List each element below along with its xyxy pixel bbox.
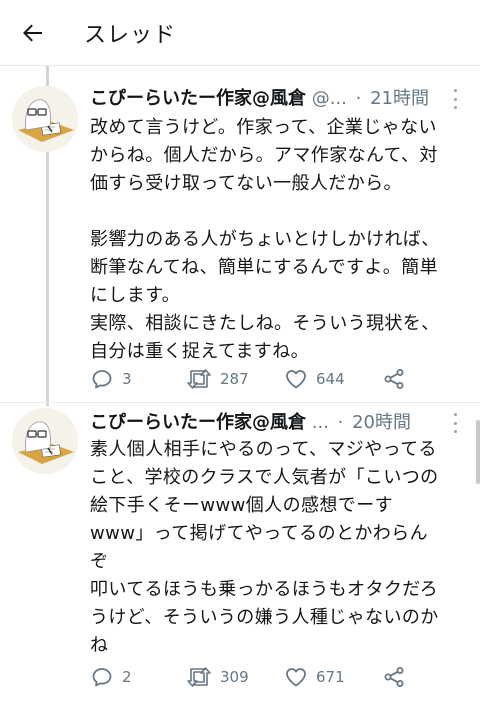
tweet-actions: 3 287 644 — [90, 366, 420, 392]
avatar[interactable] — [12, 408, 78, 474]
tweet-actions: 2 309 671 — [90, 664, 420, 690]
heart-icon — [286, 668, 306, 687]
separator-dot: · — [355, 88, 362, 109]
avatar-image — [12, 86, 78, 152]
tweet-header: こぴーらいたー作家@風倉 ... · 20時間 — [90, 410, 466, 436]
like-count: 671 — [316, 668, 345, 686]
retweet-button[interactable]: 309 — [186, 664, 249, 690]
tweet-timestamp[interactable]: 21時間 — [370, 88, 429, 109]
share-icon — [384, 369, 404, 389]
retweet-count: 287 — [220, 370, 249, 388]
author-handle[interactable]: ... — [312, 412, 329, 433]
more-options-icon[interactable] — [448, 413, 462, 433]
author-name[interactable]: こぴーらいたー作家@風倉 — [90, 412, 306, 433]
tweet-timestamp[interactable]: 20時間 — [352, 412, 411, 433]
back-button[interactable] — [18, 18, 48, 48]
like-count: 644 — [316, 370, 345, 388]
page-title: スレッド — [84, 23, 177, 48]
share-icon — [384, 667, 404, 687]
retweet-count: 309 — [220, 668, 249, 686]
reply-count: 2 — [122, 668, 132, 686]
reply-icon — [92, 370, 112, 389]
more-options-icon[interactable] — [448, 89, 462, 109]
heart-icon — [286, 370, 306, 389]
share-button[interactable] — [382, 366, 406, 392]
tweet-divider — [0, 402, 480, 403]
avatar-image — [12, 408, 78, 474]
scrollbar[interactable] — [476, 420, 480, 484]
reply-count: 3 — [122, 370, 132, 388]
author-name[interactable]: こぴーらいたー作家@風倉 — [90, 88, 306, 109]
arrow-left-icon — [23, 24, 42, 42]
tweet[interactable]: こぴーらいたー作家@風倉 ... · 20時間 素人個人相手にやるのって、マジや… — [0, 408, 480, 704]
tweet-text: 改めて言うけど。作家って、企業じゃない からね。個人だから。アマ作家なんて、対 … — [90, 117, 440, 362]
tweet-text: 素人個人相手にやるのって、マジやってる こと、学校のクラスで人気者が「こいつの … — [90, 439, 439, 656]
like-button[interactable]: 644 — [284, 366, 345, 392]
avatar[interactable] — [12, 86, 78, 152]
share-button[interactable] — [382, 664, 406, 690]
tweet[interactable]: こぴーらいたー作家@風倉 @... · 21時間 改めて言うけど。作家って、企業… — [0, 86, 480, 402]
like-button[interactable]: 671 — [284, 664, 345, 690]
reply-button[interactable]: 3 — [90, 366, 132, 392]
retweet-icon — [187, 667, 211, 687]
reply-button[interactable]: 2 — [90, 664, 132, 690]
thread-header: スレッド — [0, 0, 480, 66]
separator-dot: · — [337, 412, 344, 433]
thread-connector-top — [46, 66, 49, 86]
retweet-button[interactable]: 287 — [186, 366, 249, 392]
retweet-icon — [187, 369, 211, 389]
reply-icon — [92, 668, 112, 687]
author-handle[interactable]: @... — [312, 88, 347, 109]
tweet-header: こぴーらいたー作家@風倉 @... · 21時間 — [90, 86, 466, 112]
